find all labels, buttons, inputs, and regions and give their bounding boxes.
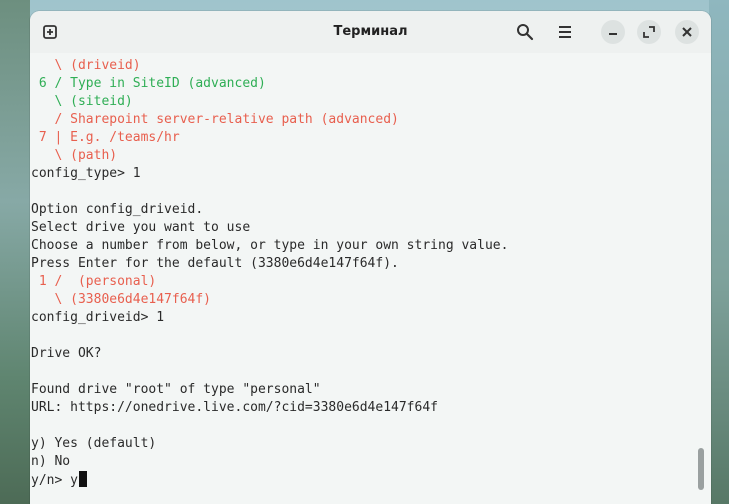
terminal-line: Choose a number from below, or type in y… <box>31 238 509 253</box>
hamburger-menu-icon <box>559 26 571 38</box>
terminal-line: \ (siteid) <box>31 94 133 109</box>
scrollbar-thumb[interactable] <box>698 448 704 490</box>
terminal-line: Found drive "root" of type "personal" <box>31 382 321 397</box>
minimize-icon <box>609 33 617 35</box>
menu-button[interactable] <box>555 22 575 42</box>
terminal-line: config_driveid> 1 <box>31 310 165 325</box>
terminal-window: Терминал \ (driveid) 6 / Type in SiteID … <box>30 11 711 504</box>
new-tab-button[interactable] <box>42 23 60 41</box>
close-button[interactable] <box>675 20 699 44</box>
prompt-text: y/n> y <box>31 473 78 488</box>
terminal-prompt-line[interactable]: y/n> y <box>31 471 87 489</box>
search-icon <box>517 24 534 41</box>
terminal-line: Select drive you want to use <box>31 220 251 235</box>
terminal-line: 6 / Type in SiteID (advanced) <box>31 76 266 91</box>
close-icon <box>682 27 692 37</box>
terminal-line: \ (driveid) <box>31 58 141 73</box>
maximize-icon <box>643 26 655 38</box>
terminal-line: Press Enter for the default (3380e6d4e14… <box>31 256 399 271</box>
text-cursor <box>78 471 87 487</box>
terminal-line: \ (3380e6d4e147f64f) <box>31 292 212 307</box>
terminal-line: 7 | E.g. /teams/hr <box>31 130 180 145</box>
terminal-line: Drive OK? <box>31 346 102 361</box>
terminal-line: config_type> 1 <box>31 166 141 181</box>
terminal-line: / Sharepoint server-relative path (advan… <box>31 112 399 127</box>
terminal-line: n) No <box>31 454 71 469</box>
title-bar: Терминал <box>30 11 711 53</box>
terminal-line: 1 / (personal) <box>31 274 157 289</box>
terminal-line: \ (path) <box>31 148 118 163</box>
new-tab-icon <box>43 25 57 39</box>
terminal-output[interactable]: \ (driveid) 6 / Type in SiteID (advanced… <box>30 53 711 504</box>
search-button[interactable] <box>515 22 535 42</box>
terminal-line: y) Yes (default) <box>31 436 157 451</box>
maximize-button[interactable] <box>637 20 661 44</box>
desktop-wallpaper-left <box>0 0 30 504</box>
minimize-button[interactable] <box>601 20 625 44</box>
terminal-line: Option config_driveid. <box>31 202 204 217</box>
terminal-line: URL: https://onedrive.live.com/?cid=3380… <box>31 400 438 415</box>
desktop-wallpaper-right <box>709 0 729 504</box>
